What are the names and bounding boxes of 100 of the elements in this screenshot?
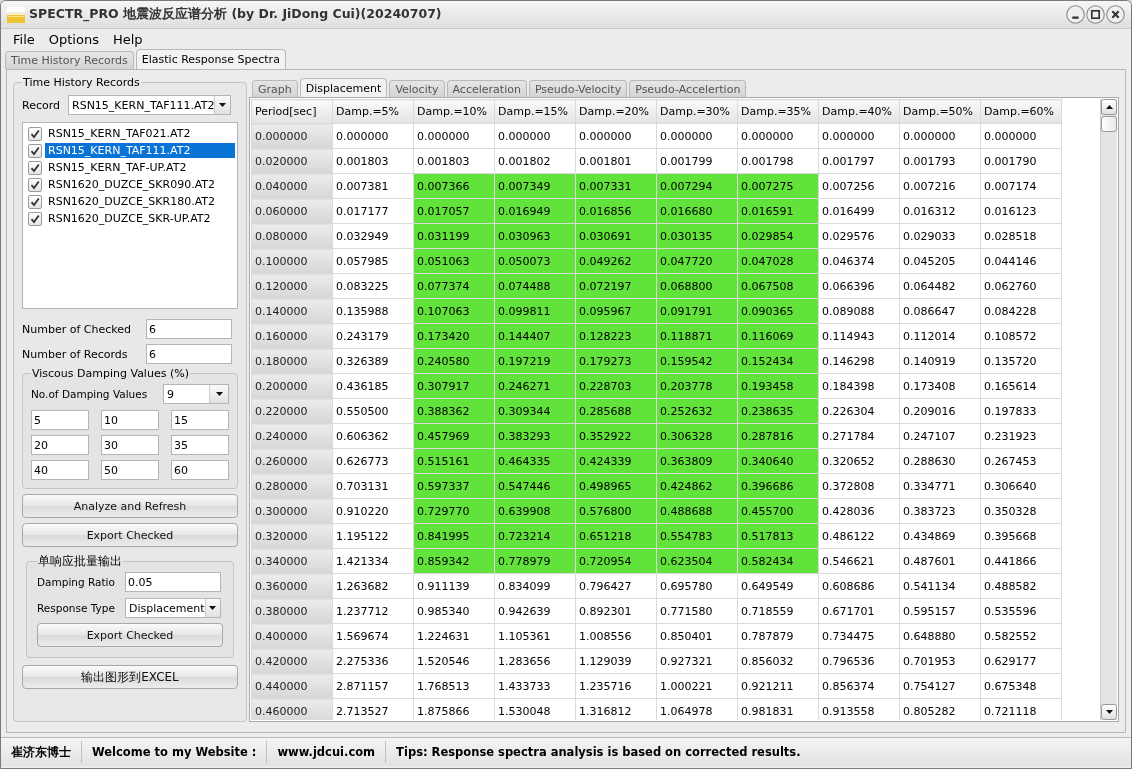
record-dropdown[interactable]: RSN15_KERN_TAF111.AT2 [68, 95, 231, 115]
record-item[interactable]: RSN15_KERN_TAF111.AT2 [45, 143, 235, 158]
input-field[interactable]: 35 [171, 435, 229, 455]
input-field[interactable]: 0.05 [125, 572, 221, 592]
input-field[interactable]: 6 [146, 344, 232, 364]
table-cell: 0.288630 [899, 448, 981, 474]
tab[interactable]: Velocity [389, 80, 445, 97]
table-cell: 0.554783 [656, 523, 738, 549]
table-cell: 0.285688 [575, 398, 657, 424]
column-header[interactable]: Damp.=10% [413, 99, 495, 124]
checkbox[interactable] [28, 177, 42, 192]
tab[interactable]: Displacement [299, 78, 388, 97]
table-cell: 0.084228 [980, 298, 1062, 324]
table-cell: 0.095967 [575, 298, 657, 324]
table-cell: 0.083225 [332, 273, 414, 299]
column-header[interactable]: Damp.=20% [575, 99, 657, 124]
column-header[interactable]: Damp.=35% [737, 99, 819, 124]
table-cell: 0.648880 [899, 623, 981, 649]
column-header[interactable]: Damp.=30% [656, 99, 738, 124]
table-cell: 0.597337 [413, 473, 495, 499]
input-field[interactable]: 10 [101, 410, 159, 430]
column-header[interactable]: Damp.=15% [494, 99, 576, 124]
maximize-icon[interactable] [1086, 5, 1105, 24]
tab[interactable]: Elastic Response Spectra [135, 49, 286, 69]
table-cell: 0.675348 [980, 673, 1062, 699]
checkbox[interactable] [28, 143, 42, 158]
table-cell: 0.754127 [899, 673, 981, 699]
row-header: 0.200000 [251, 373, 333, 399]
table-cell: 0.383723 [899, 498, 981, 524]
row-header: 0.160000 [251, 323, 333, 349]
table-cell: 0.240580 [413, 348, 495, 374]
close-icon[interactable] [1106, 5, 1125, 24]
scroll-up-icon[interactable] [1105, 105, 1113, 109]
table-cell: 0.718559 [737, 598, 819, 624]
column-header[interactable]: Damp.=60% [980, 99, 1062, 124]
tab[interactable]: Pseudo-Velocity [528, 80, 628, 97]
table-cell: 0.144407 [494, 323, 576, 349]
menu-item[interactable]: Options [41, 31, 106, 47]
checkbox[interactable] [28, 160, 42, 175]
input-field[interactable]: 60 [171, 460, 229, 480]
row-header: 0.340000 [251, 548, 333, 574]
field-label: Damping Ratio [37, 576, 116, 588]
table-cell: 0.856374 [818, 673, 900, 699]
menu-item[interactable]: Help [105, 31, 150, 47]
column-header[interactable]: Damp.=50% [899, 99, 981, 124]
table-cell: 0.352922 [575, 423, 657, 449]
table-cell: 0.582552 [980, 623, 1062, 649]
input-field[interactable]: 5 [31, 410, 89, 430]
input-field[interactable]: 40 [31, 460, 89, 480]
table-cell: 0.921211 [737, 673, 819, 699]
tab[interactable]: Pseudo-Accelertion [629, 80, 747, 97]
tab[interactable]: Time History Records [5, 51, 134, 69]
table-cell: 0.016123 [980, 198, 1062, 224]
record-item[interactable]: RSN15_KERN_TAF-UP.AT2 [45, 160, 235, 175]
column-header[interactable]: Damp.=40% [818, 99, 900, 124]
record-item[interactable]: RSN1620_DUZCE_SKR090.AT2 [45, 177, 235, 192]
record-item[interactable]: RSN1620_DUZCE_SKR180.AT2 [45, 194, 235, 209]
record-item[interactable]: RSN1620_DUZCE_SKR-UP.AT2 [45, 211, 235, 226]
minimize-icon[interactable] [1066, 5, 1085, 24]
column-header[interactable]: Period[sec] [251, 99, 333, 124]
input-field[interactable]: 15 [171, 410, 229, 430]
checkbox[interactable] [28, 194, 42, 209]
scroll-down-icon[interactable] [1105, 710, 1113, 714]
menu-item[interactable]: File [6, 31, 42, 47]
table-cell: 0.001797 [818, 148, 900, 174]
table-cell: 0.487601 [899, 548, 981, 574]
table-cell: 0.107063 [413, 298, 495, 324]
export-button[interactable]: Export Checked [37, 623, 223, 647]
excel-export-button[interactable]: 输出图形到EXCEL [22, 665, 238, 689]
column-header[interactable]: Damp.=5% [332, 99, 414, 124]
checkbox[interactable] [28, 211, 42, 226]
table-cell: 0.007349 [494, 173, 576, 199]
record-item[interactable]: RSN15_KERN_TAF021.AT2 [45, 126, 235, 141]
table-cell: 0.068800 [656, 273, 738, 299]
response-type-dropdown[interactable]: Displacement [125, 598, 221, 618]
scrollbar[interactable] [1100, 99, 1117, 720]
action-button[interactable]: Analyze and Refresh [22, 494, 238, 518]
table-cell: 0.703131 [332, 473, 414, 499]
table-cell: 0.267453 [980, 448, 1062, 474]
action-button[interactable]: Export Checked [22, 523, 238, 547]
count-dropdown[interactable]: 9 [163, 384, 229, 404]
table-cell: 0.029576 [818, 223, 900, 249]
input-field[interactable]: 50 [101, 460, 159, 480]
table-cell: 0.030963 [494, 223, 576, 249]
input-field[interactable]: 20 [31, 435, 89, 455]
table-cell: 0.576800 [575, 498, 657, 524]
table-cell: 0.787879 [737, 623, 819, 649]
input-field[interactable]: 6 [146, 319, 232, 339]
table-cell: 0.197833 [980, 398, 1062, 424]
table-cell: 1.520546 [413, 648, 495, 674]
field-label: Response Type [37, 602, 116, 614]
input-field[interactable]: 30 [101, 435, 159, 455]
scroll-thumb[interactable] [1101, 116, 1117, 132]
table-cell: 0.246271 [494, 373, 576, 399]
checkbox[interactable] [28, 126, 42, 141]
table-cell: 0.000000 [899, 123, 981, 149]
tab[interactable]: Graph [252, 80, 298, 97]
table-cell: 0.193458 [737, 373, 819, 399]
tab[interactable]: Acceleration [446, 80, 527, 97]
table-cell: 0.017177 [332, 198, 414, 224]
